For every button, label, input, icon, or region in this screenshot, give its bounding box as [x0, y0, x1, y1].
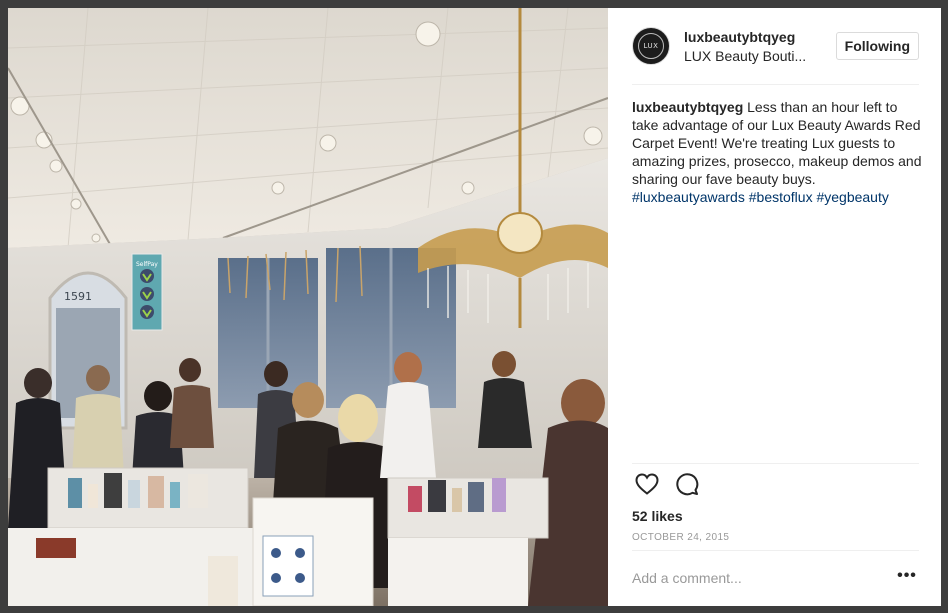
caption-username-link[interactable]: luxbeautybtqyeg	[632, 99, 743, 115]
more-options-icon[interactable]: •••	[897, 568, 917, 589]
hashtag-link[interactable]: #yegbeauty	[816, 189, 888, 205]
heart-icon	[635, 473, 659, 495]
window-number-text: 1591	[64, 290, 92, 303]
user-block: luxbeautybtqyeg LUX Beauty Bouti...	[684, 28, 824, 65]
post-details-panel: LUX luxbeautybtqyeg LUX Beauty Bouti... …	[608, 8, 941, 606]
avatar-logo-text: LUX	[643, 42, 659, 50]
location-link[interactable]: LUX Beauty Bouti...	[684, 47, 814, 65]
hashtag-link[interactable]: #bestoflux	[749, 189, 813, 205]
post-date[interactable]: OCTOBER 24, 2015	[632, 531, 919, 551]
avatar[interactable]: LUX	[632, 27, 670, 65]
username-link[interactable]: luxbeautybtqyeg	[684, 28, 824, 46]
like-button[interactable]	[632, 469, 662, 499]
post-photo[interactable]: 1591 SelfPay	[8, 8, 608, 606]
post-header: LUX luxbeautybtqyeg LUX Beauty Bouti... …	[632, 8, 919, 85]
likes-count[interactable]: 52 likes	[632, 507, 919, 525]
comment-icon	[676, 473, 699, 496]
action-bar	[632, 464, 919, 504]
following-button[interactable]: Following	[835, 32, 919, 60]
comment-input[interactable]	[632, 551, 882, 605]
store-interior-image: 1591 SelfPay	[8, 8, 608, 606]
comment-section: •••	[632, 550, 919, 606]
post-actions-section: 52 likes OCTOBER 24, 2015	[632, 463, 919, 551]
comment-button[interactable]	[672, 469, 702, 499]
post-modal: 1591 SelfPay LUX luxbeautybtqyeg LUX Bea…	[8, 8, 941, 606]
hashtag-link[interactable]: #luxbeautyawards	[632, 189, 745, 205]
post-caption: luxbeautybtqyeg Less than an hour left t…	[632, 98, 924, 206]
selfpay-sign-text: SelfPay	[136, 261, 158, 268]
